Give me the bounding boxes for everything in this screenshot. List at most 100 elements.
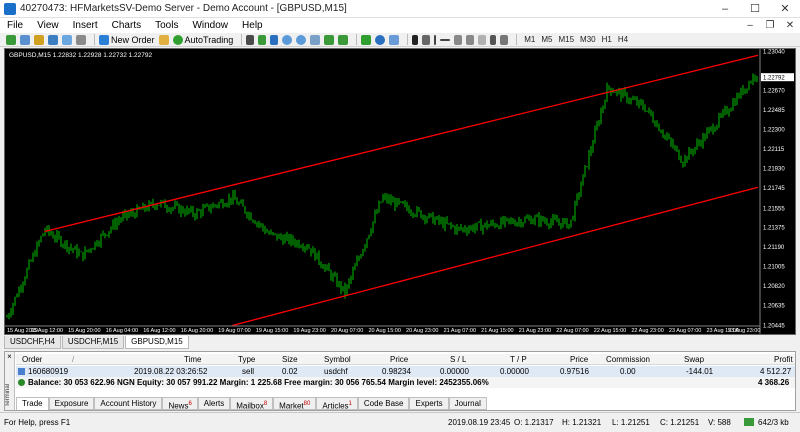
close-button[interactable]: ✕ xyxy=(770,0,800,18)
text-tool-button[interactable] xyxy=(490,34,497,46)
col-swap[interactable]: Swap xyxy=(684,355,704,364)
status-open: O: 1.21317 xyxy=(514,418,554,427)
tab-mailbox[interactable]: Mailbox8 xyxy=(230,397,274,411)
profiles-button[interactable] xyxy=(20,34,30,46)
menu-file[interactable]: File xyxy=(0,18,30,33)
time-tick-label: 23 Aug 23:00 xyxy=(728,328,760,334)
col-size[interactable]: Size xyxy=(282,355,298,364)
col-commission[interactable]: Commission xyxy=(606,355,650,364)
line-chart-icon xyxy=(270,34,279,45)
cursor-button[interactable] xyxy=(412,34,419,46)
trendline-button[interactable] xyxy=(454,34,463,46)
time-tick-label: 19 Aug 23:00 xyxy=(293,328,325,334)
autoscroll-button[interactable] xyxy=(338,34,349,46)
col-profit[interactable]: Profit xyxy=(774,355,793,364)
mdi-restore-button[interactable]: ❐ xyxy=(760,20,780,31)
timeframe-m30[interactable]: M30 xyxy=(580,35,596,44)
tab-news[interactable]: News6 xyxy=(162,397,198,411)
terminal-close-button[interactable]: × xyxy=(5,352,14,361)
candlestick-button[interactable] xyxy=(258,34,267,46)
col-sl[interactable]: S / L xyxy=(450,355,466,364)
vertical-line-button[interactable] xyxy=(434,34,437,46)
chart-tab-usdchf-m15[interactable]: USDCHF,M15 xyxy=(61,336,125,349)
zoom-out-button[interactable] xyxy=(296,34,307,46)
time-tick-label: 22 Aug 07:00 xyxy=(556,328,588,334)
channel-button[interactable] xyxy=(466,34,475,46)
menu-insert[interactable]: Insert xyxy=(66,18,105,33)
maximize-button[interactable]: ☐ xyxy=(740,0,770,18)
navigator-button[interactable] xyxy=(48,34,58,46)
trendlines[interactable] xyxy=(44,54,759,327)
col-tp[interactable]: T / P xyxy=(510,355,527,364)
timeframe-m5[interactable]: M5 xyxy=(541,35,552,44)
minimize-button[interactable]: – xyxy=(710,0,740,18)
chart-tab-usdchf-h4[interactable]: USDCHF,H4 xyxy=(4,336,61,349)
col-type[interactable]: Type xyxy=(238,355,255,364)
price-chart[interactable]: GBPUSD,M15 1.22832 1.22928 1.22732 1.227… xyxy=(5,49,795,334)
trade-row[interactable]: 160680919 2019.08.22 03:26:52 sell 0.02 … xyxy=(16,366,795,377)
balance-row: Balance: 30 053 622.96 NGN Equity: 30 05… xyxy=(16,377,795,388)
trendline[interactable] xyxy=(44,54,759,233)
auto-trading-icon xyxy=(172,34,183,45)
price-tick-label: 1.22115 xyxy=(763,147,785,153)
fibonacci-button[interactable] xyxy=(478,34,487,46)
menu-view[interactable]: View xyxy=(30,18,66,33)
tab-journal[interactable]: Journal xyxy=(448,397,487,410)
price-tick-label: 1.22670 xyxy=(763,89,785,95)
mdi-close-button[interactable]: ✕ xyxy=(780,20,800,31)
timeframe-m15[interactable]: M15 xyxy=(558,35,574,44)
arrows-button[interactable] xyxy=(500,34,509,46)
horizontal-line-button[interactable] xyxy=(440,34,451,46)
time-tick-label: 16 Aug 12:00 xyxy=(143,328,175,334)
menu-tools[interactable]: Tools xyxy=(148,18,185,33)
time-tick-label: 20 Aug 07:00 xyxy=(331,328,363,334)
new-chart-button[interactable] xyxy=(6,34,16,46)
trade-table-header: Order / Time Type Size Symbol Price S / … xyxy=(16,354,795,365)
balance-summary: Balance: 30 053 622.96 NGN Equity: 30 05… xyxy=(28,378,489,387)
tab-account-history[interactable]: Account History xyxy=(94,397,163,410)
tab-code-base[interactable]: Code Base xyxy=(357,397,410,410)
timeframe-h4[interactable]: H4 xyxy=(618,35,628,44)
chart-window[interactable]: GBPUSD,M15 1.22832 1.22928 1.22732 1.227… xyxy=(4,48,796,335)
line-chart-button[interactable] xyxy=(270,34,279,46)
timeframe-m1[interactable]: M1 xyxy=(524,35,535,44)
menu-charts[interactable]: Charts xyxy=(105,18,148,33)
tile-windows-icon xyxy=(310,34,321,45)
time-tick-label: 19 Aug 15:00 xyxy=(256,328,288,334)
tab-articles[interactable]: Articles1 xyxy=(316,397,358,411)
menu-window[interactable]: Window xyxy=(185,18,235,33)
col-current-price[interactable]: Price xyxy=(570,355,588,364)
indicators-button[interactable] xyxy=(361,34,372,46)
time-tick-label: 21 Aug 23:00 xyxy=(519,328,551,334)
tab-market-label: Market xyxy=(279,401,304,411)
time-tick-label: 20 Aug 15:00 xyxy=(369,328,401,334)
tab-alerts[interactable]: Alerts xyxy=(197,397,231,410)
metaeditor-button[interactable] xyxy=(158,34,169,46)
market-watch-button[interactable] xyxy=(34,34,44,46)
periods-button[interactable] xyxy=(375,34,386,46)
timeframe-h1[interactable]: H1 xyxy=(602,35,612,44)
templates-button[interactable] xyxy=(389,34,400,46)
col-order[interactable]: Order xyxy=(22,355,42,364)
tester-button[interactable] xyxy=(76,34,86,46)
tab-journal-label: Journal xyxy=(454,399,481,408)
crosshair-button[interactable] xyxy=(422,34,431,46)
col-time[interactable]: Time xyxy=(184,355,201,364)
menu-help[interactable]: Help xyxy=(235,18,270,33)
tab-trade[interactable]: Trade xyxy=(16,397,49,410)
tile-windows-button[interactable] xyxy=(310,34,321,46)
new-order-button[interactable]: New Order xyxy=(99,34,155,46)
mdi-minimize-button[interactable]: – xyxy=(740,20,760,31)
col-price[interactable]: Price xyxy=(390,355,408,364)
bar-chart-button[interactable] xyxy=(246,34,255,46)
tab-experts[interactable]: Experts xyxy=(409,397,449,410)
mailbox-badge: 8 xyxy=(263,401,268,407)
col-symbol[interactable]: Symbol xyxy=(324,355,351,364)
auto-trading-button[interactable]: AutoTrading xyxy=(172,34,233,46)
chart-tab-gbpusd-m15[interactable]: GBPUSD,M15 xyxy=(125,336,189,349)
tab-exposure[interactable]: Exposure xyxy=(48,397,95,410)
terminal-button[interactable] xyxy=(62,34,72,46)
tab-market[interactable]: Market80 xyxy=(273,397,317,411)
zoom-in-button[interactable] xyxy=(282,34,293,46)
chart-shift-button[interactable] xyxy=(324,34,335,46)
